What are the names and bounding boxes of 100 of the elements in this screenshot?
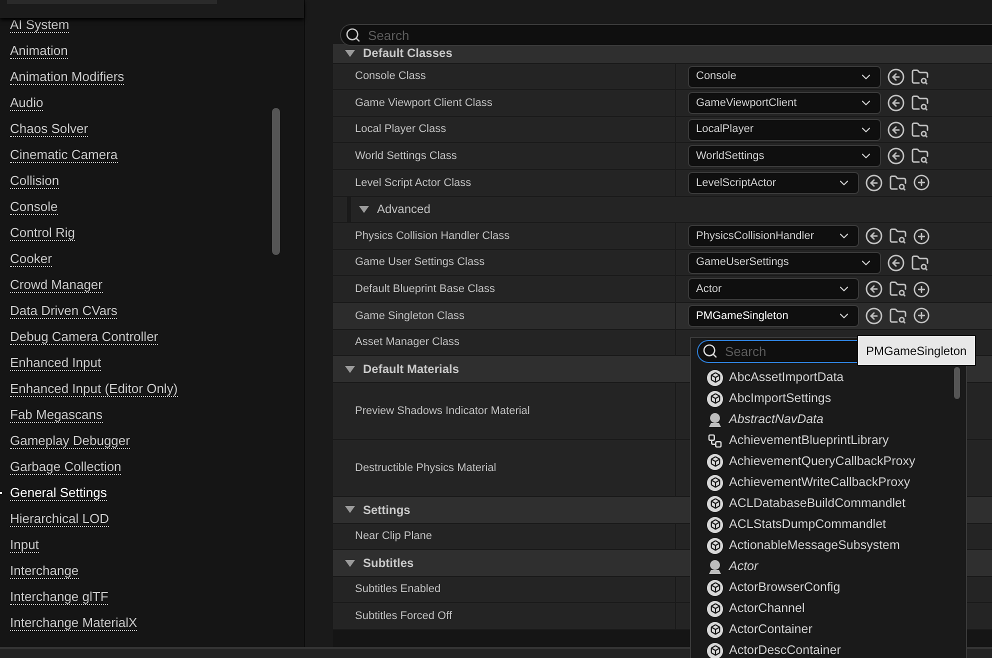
folder-search-icon[interactable] (889, 280, 907, 298)
category-title: Subtitles (363, 555, 414, 572)
class-dropdown[interactable]: GameUserSettings (688, 252, 881, 274)
folder-search-icon[interactable] (889, 174, 907, 192)
sidebar-item[interactable]: Debug Camera Controller (10, 329, 158, 345)
property-label: Near Clip Plane (355, 529, 432, 544)
folder-search-icon[interactable] (889, 227, 907, 246)
pawn-icon (707, 558, 723, 574)
class-dropdown[interactable]: LevelScriptActor (688, 172, 859, 194)
category-title: Settings (363, 502, 410, 519)
collapse-arrow-icon[interactable] (359, 206, 369, 213)
property-label: Default Blueprint Base Class (355, 282, 496, 297)
class-list-item[interactable]: ActorBrowserConfig (707, 577, 954, 598)
class-dropdown[interactable]: GameViewportClient (688, 92, 881, 114)
sidebar-item[interactable]: Control Rig (10, 225, 76, 241)
property-label: Subtitles Enabled (355, 582, 441, 598)
sidebar-item[interactable]: Gameplay Debugger (10, 433, 130, 449)
sidebar-item[interactable]: Interchange glTF (10, 589, 108, 605)
cube-icon (707, 622, 723, 638)
category-header[interactable]: Default Classes (333, 44, 992, 64)
sidebar-item[interactable]: Input (10, 537, 39, 553)
sidebar-item[interactable]: Fab Megascans (10, 407, 102, 423)
folder-search-icon[interactable] (911, 147, 929, 166)
sidebar-item[interactable]: Animation Modifiers (10, 69, 124, 85)
property-label: Level Script Actor Class (355, 176, 472, 191)
picker-scrollbar[interactable] (954, 367, 960, 399)
class-list-item[interactable]: AchievementBlueprintLibrary (707, 430, 954, 451)
scrollbar[interactable] (272, 108, 280, 255)
cube-icon (707, 516, 723, 532)
sidebar-item[interactable]: Animation (10, 43, 68, 59)
sidebar-item[interactable]: Cinematic Camera (10, 147, 118, 163)
arrow-left-circle-icon[interactable] (887, 94, 905, 112)
property-label: Subtitles Forced Off (355, 608, 452, 624)
sidebar-item[interactable]: Audio (10, 95, 44, 111)
folder-search-icon[interactable] (911, 254, 929, 272)
sidebar-item[interactable]: Data Driven CVars (10, 303, 118, 319)
add-icon[interactable] (913, 174, 930, 192)
arrow-left-circle-icon[interactable] (887, 120, 905, 139)
sidebar-item[interactable]: Interchange (10, 563, 79, 579)
property-label: Asset Manager Class (355, 335, 460, 350)
arrow-left-circle-icon[interactable] (865, 174, 883, 192)
collapse-arrow-icon[interactable] (345, 366, 355, 373)
arrow-left-circle-icon[interactable] (865, 306, 883, 325)
arrow-left-circle-icon[interactable] (865, 227, 883, 246)
sidebar-item[interactable]: Cooker (10, 251, 52, 267)
pawn-icon (707, 412, 723, 428)
collapse-arrow-icon[interactable] (345, 506, 355, 514)
class-list-item[interactable]: AchievementQueryCallbackProxy (707, 451, 954, 472)
class-list-item[interactable]: AchievementWriteCallbackProxy (707, 472, 954, 493)
search-icon (345, 27, 361, 43)
class-list-item[interactable]: AbcImportSettings (707, 388, 954, 409)
arrow-left-circle-icon[interactable] (887, 254, 905, 272)
arrow-left-circle-icon[interactable] (865, 280, 883, 298)
arrow-left-circle-icon[interactable] (887, 147, 905, 166)
cube-icon (707, 538, 723, 554)
property-label: Game Viewport Client Class (355, 96, 492, 111)
add-icon[interactable] (913, 280, 930, 298)
class-list-item[interactable]: ActorDescContainer (707, 640, 954, 658)
function-library-icon (707, 432, 723, 448)
cube-icon (707, 580, 723, 596)
class-list-item[interactable]: AbstractNavData (707, 409, 954, 430)
class-dropdown[interactable]: WorldSettings (688, 145, 881, 168)
property-label: World Settings Class (355, 149, 457, 164)
folder-search-icon[interactable] (911, 120, 929, 139)
sidebar-item[interactable]: General Settings (10, 485, 107, 501)
add-icon[interactable] (913, 307, 930, 324)
arrow-left-circle-icon[interactable] (887, 68, 905, 86)
folder-search-icon[interactable] (911, 68, 929, 86)
sidebar-item[interactable]: Hierarchical LOD (10, 511, 109, 527)
collapse-arrow-icon[interactable] (345, 50, 355, 57)
class-dropdown[interactable]: Console (688, 66, 881, 88)
cube-icon (707, 454, 723, 470)
category-title: Default Classes (363, 45, 452, 62)
sidebar-item[interactable]: Garbage Collection (10, 459, 122, 475)
folder-search-icon[interactable] (911, 94, 929, 112)
sidebar-item[interactable]: AI System (10, 17, 70, 33)
class-list-item[interactable]: ActorContainer (707, 619, 954, 640)
class-dropdown[interactable]: PhysicsCollisionHandler (688, 225, 859, 248)
folder-search-icon[interactable] (889, 306, 907, 325)
search-icon (702, 343, 718, 359)
sidebar-item[interactable]: Crowd Manager (10, 277, 102, 293)
cube-icon (707, 600, 723, 616)
add-icon[interactable] (913, 228, 930, 245)
cube-icon (707, 390, 723, 406)
property-label: Local Player Class (355, 122, 446, 138)
class-dropdown[interactable]: Actor (688, 278, 859, 300)
sidebar-item[interactable]: Collision (10, 173, 60, 189)
class-list-item[interactable]: Actor (707, 556, 954, 577)
property-label: Preview Shadows Indicator Material (355, 404, 530, 419)
class-list-item[interactable]: ActorChannel (707, 598, 954, 619)
collapse-arrow-icon[interactable] (345, 560, 355, 567)
property-label: Game Singleton Class (355, 308, 464, 324)
class-dropdown[interactable]: LocalPlayer (688, 118, 881, 141)
sidebar-item[interactable]: Enhanced Input (10, 355, 102, 371)
search-field[interactable]: Search (340, 24, 992, 46)
sidebar-item[interactable]: Interchange MaterialX (10, 615, 138, 631)
class-dropdown[interactable]: PMGameSingleton (688, 304, 859, 327)
sidebar-item[interactable]: Chaos Solver (10, 121, 88, 137)
sidebar-item[interactable]: Console (10, 199, 58, 215)
sidebar-item[interactable]: Enhanced Input (Editor Only) (10, 381, 178, 397)
